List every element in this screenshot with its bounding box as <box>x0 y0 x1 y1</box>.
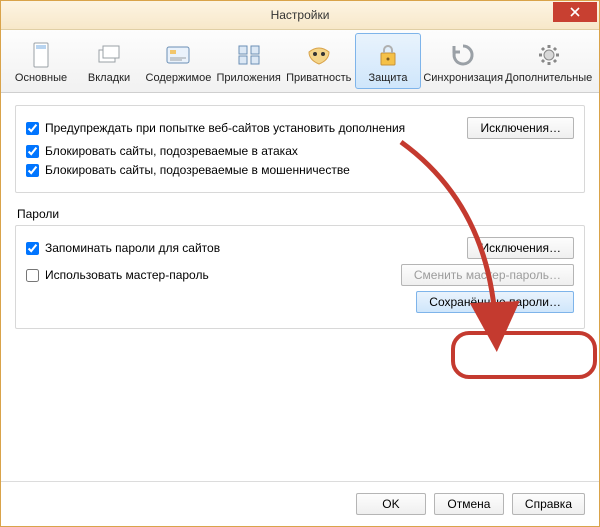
help-button[interactable]: Справка <box>512 493 585 515</box>
security-group: Предупреждать при попытке веб-сайтов уст… <box>15 105 585 193</box>
change-master-password-button[interactable]: Сменить мастер-пароль… <box>401 264 574 286</box>
saved-passwords-button[interactable]: Сохранённые пароли… <box>416 291 574 313</box>
tab-applications[interactable]: Приложения <box>215 33 283 89</box>
use-master-password-input[interactable] <box>26 269 39 282</box>
settings-window: Настройки Основные Вкладки Содержимое <box>0 0 600 527</box>
privacy-mask-icon <box>307 40 331 70</box>
remember-passwords-input[interactable] <box>26 242 39 255</box>
tab-content[interactable]: Содержимое <box>144 33 213 89</box>
remember-passwords-checkbox[interactable]: Запоминать пароли для сайтов <box>26 241 220 255</box>
tab-general[interactable]: Основные <box>8 33 74 89</box>
tab-sync[interactable]: Синхронизация <box>423 33 503 89</box>
general-icon <box>30 40 52 70</box>
tab-tabs[interactable]: Вкладки <box>76 33 142 89</box>
annotation-highlight <box>451 331 597 379</box>
passwords-heading: Пароли <box>17 207 585 221</box>
use-master-password-checkbox[interactable]: Использовать мастер-пароль <box>26 268 209 282</box>
tabs-icon <box>96 40 122 70</box>
close-button[interactable] <box>553 2 597 22</box>
window-title: Настройки <box>1 8 599 22</box>
dialog-footer: OK Отмена Справка <box>1 481 599 526</box>
password-exceptions-button[interactable]: Исключения… <box>467 237 574 259</box>
lock-icon <box>377 40 399 70</box>
gear-icon <box>537 40 561 70</box>
cancel-button[interactable]: Отмена <box>434 493 504 515</box>
block-attack-checkbox[interactable]: Блокировать сайты, подозреваемые в атака… <box>26 144 298 158</box>
ok-button[interactable]: OK <box>356 493 426 515</box>
warn-addons-input[interactable] <box>26 122 39 135</box>
block-attack-input[interactable] <box>26 145 39 158</box>
content-icon <box>166 40 190 70</box>
addons-exceptions-button[interactable]: Исключения… <box>467 117 574 139</box>
category-toolbar: Основные Вкладки Содержимое Приложения П… <box>1 30 599 93</box>
applications-icon <box>237 40 261 70</box>
block-fraud-input[interactable] <box>26 164 39 177</box>
title-bar: Настройки <box>1 1 599 30</box>
warn-addons-checkbox[interactable]: Предупреждать при попытке веб-сайтов уст… <box>26 121 405 135</box>
content-area: Предупреждать при попытке веб-сайтов уст… <box>1 93 599 481</box>
tab-advanced[interactable]: Дополнительные <box>505 33 592 89</box>
tab-privacy[interactable]: Приватность <box>285 33 353 89</box>
block-fraud-checkbox[interactable]: Блокировать сайты, подозреваемые в мошен… <box>26 163 350 177</box>
passwords-group: Запоминать пароли для сайтов Исключения…… <box>15 225 585 329</box>
sync-icon <box>451 40 475 70</box>
tab-security[interactable]: Защита <box>355 33 421 89</box>
